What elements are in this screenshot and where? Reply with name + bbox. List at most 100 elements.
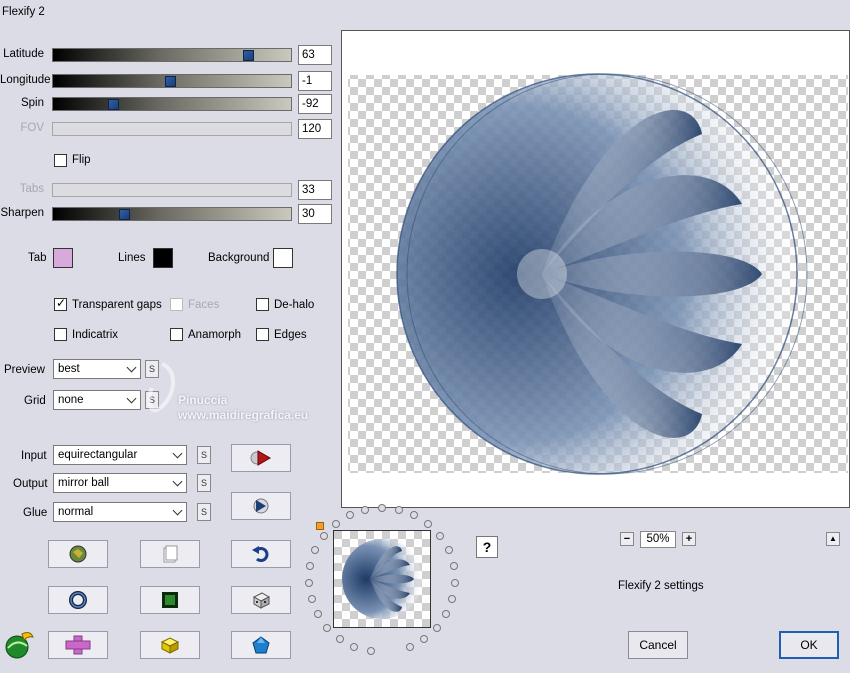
latitude-value-field[interactable]: 63 [298, 45, 332, 65]
output-s-button[interactable]: S [197, 474, 211, 492]
flip-checkbox[interactable] [54, 154, 67, 167]
output-value: mirror ball [58, 477, 110, 489]
grid-select[interactable]: none [53, 390, 141, 410]
help-button[interactable]: ? [476, 536, 498, 558]
background-color-label: Background [208, 252, 270, 264]
cancel-button[interactable]: Cancel [628, 631, 688, 659]
tabs-value-field[interactable]: 33 [298, 180, 332, 200]
preview-select[interactable]: best [53, 359, 141, 379]
navigator-dot[interactable] [313, 610, 322, 619]
yellow-cube-icon [160, 637, 180, 654]
gem-button[interactable] [231, 631, 291, 659]
navigator-dot[interactable] [307, 594, 316, 603]
navigator-dot[interactable] [442, 610, 451, 619]
navigator-dot[interactable] [450, 578, 459, 587]
spin-value-field[interactable]: -92 [298, 94, 332, 114]
zoom-in-button[interactable]: + [682, 532, 696, 546]
slider-thumb[interactable] [107, 99, 119, 110]
navigator-dot[interactable] [436, 532, 444, 541]
sharpen-value-field[interactable]: 30 [298, 204, 332, 224]
play-sphere-button[interactable] [231, 492, 291, 520]
transparent-gaps-checkbox[interactable]: ✓ [54, 296, 67, 311]
glue-select[interactable]: normal [53, 502, 187, 522]
glue-label: Glue [23, 507, 48, 519]
navigator-dot[interactable] [366, 647, 375, 656]
navigator-dot[interactable] [306, 562, 315, 571]
play-button[interactable] [231, 444, 291, 472]
watermark-logo-icon [147, 362, 175, 412]
navigator-dot[interactable] [331, 520, 340, 529]
navigator-dot[interactable] [361, 505, 370, 514]
lines-color-swatch[interactable] [153, 248, 173, 268]
square-button[interactable] [140, 586, 200, 614]
longitude-value-field[interactable]: -1 [298, 71, 332, 91]
navigator-dot[interactable] [305, 578, 314, 587]
undo-button[interactable] [231, 540, 291, 568]
edges-checkbox[interactable] [256, 328, 269, 341]
ring-icon [69, 591, 87, 609]
faces-checkbox [170, 298, 183, 311]
tab-color-label: Tab [28, 252, 47, 264]
navigator-dot[interactable] [350, 642, 359, 651]
collapse-up-button[interactable]: ▲ [826, 532, 840, 546]
fov-slider [52, 122, 292, 136]
input-value: equirectangular [58, 449, 138, 461]
navigator-dot[interactable] [345, 511, 354, 520]
edges-label: Edges [274, 329, 307, 341]
dice-icon [252, 592, 271, 609]
navigator-dot[interactable] [311, 546, 320, 555]
randomize-globe-button[interactable] [48, 540, 108, 568]
navigator-dot[interactable] [323, 623, 332, 632]
ring-button[interactable] [48, 586, 108, 614]
preview-image [348, 73, 848, 475]
navigator-dot[interactable] [444, 546, 453, 555]
zoom-value: 50% [640, 531, 676, 548]
navigator-dot[interactable] [410, 511, 419, 520]
slider-thumb[interactable] [119, 209, 131, 220]
navigator-dot[interactable] [405, 642, 414, 651]
ok-button[interactable]: OK [779, 631, 839, 659]
flip-label: Flip [72, 154, 91, 166]
dice-button[interactable] [231, 586, 291, 614]
play-sphere-icon [253, 498, 269, 514]
navigator-dot[interactable] [448, 594, 457, 603]
navigator-dot[interactable] [424, 520, 433, 529]
copy-button[interactable] [140, 540, 200, 568]
longitude-label: Longitude [0, 74, 51, 86]
tabs-label: Tabs [19, 183, 44, 195]
indicatrix-checkbox[interactable] [54, 328, 67, 341]
cube-button[interactable] [140, 631, 200, 659]
main-preview[interactable] [341, 30, 850, 508]
slider-thumb[interactable] [243, 50, 255, 61]
navigator-dot[interactable] [432, 623, 441, 632]
background-color-swatch[interactable] [273, 248, 293, 268]
spin-slider[interactable] [52, 97, 292, 111]
output-select[interactable]: mirror ball [53, 473, 187, 493]
cross-button[interactable] [48, 631, 108, 659]
navigator-dot[interactable] [420, 634, 429, 643]
navigator-thumbnail[interactable] [333, 530, 431, 628]
input-s-button[interactable]: S [197, 446, 211, 464]
window-title: Flexify 2 [2, 6, 45, 18]
glue-s-button[interactable]: S [197, 503, 211, 521]
navigator-dot[interactable] [394, 505, 403, 514]
navigator-dot[interactable] [449, 562, 458, 571]
chevron-down-icon [172, 505, 183, 516]
sharpen-slider[interactable] [52, 207, 292, 221]
faces-label: Faces [188, 299, 220, 311]
fov-value-field[interactable]: 120 [298, 119, 332, 139]
latitude-slider[interactable] [52, 48, 292, 62]
tab-color-swatch[interactable] [53, 248, 73, 268]
thumbnail-marker[interactable] [316, 522, 324, 530]
anamorph-checkbox[interactable] [170, 328, 183, 341]
navigator-dot[interactable] [335, 634, 344, 643]
input-select[interactable]: equirectangular [53, 445, 187, 465]
watermark-url: www.maidiregrafica.eu [178, 408, 309, 422]
latitude-label: Latitude [3, 48, 44, 60]
longitude-slider[interactable] [52, 74, 292, 88]
de-halo-checkbox[interactable] [256, 298, 269, 311]
navigator-dot[interactable] [378, 504, 386, 512]
zoom-out-button[interactable]: − [620, 532, 634, 546]
navigator-dot[interactable] [319, 532, 328, 541]
slider-thumb[interactable] [164, 76, 176, 87]
